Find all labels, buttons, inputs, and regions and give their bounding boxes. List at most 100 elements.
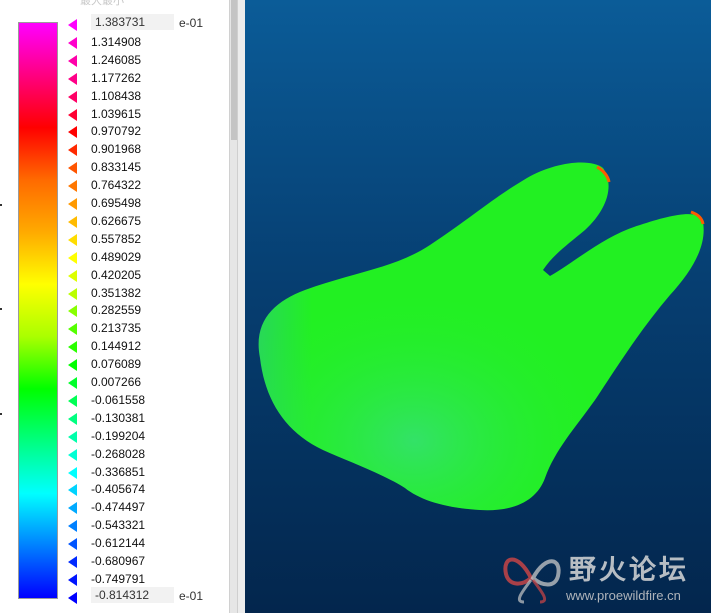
legend-marker-icon bbox=[68, 19, 77, 31]
legend-entry: -0.612144 bbox=[68, 534, 228, 552]
legend-entry: 0.557852 bbox=[68, 230, 228, 248]
legend-marker-icon bbox=[68, 484, 77, 497]
legend-entry: 1.246085 bbox=[68, 51, 228, 69]
legend-entry: -0.543321 bbox=[68, 516, 228, 534]
legend-marker-icon bbox=[68, 287, 77, 300]
legend-entry: 0.351382 bbox=[68, 284, 228, 302]
legend-marker-icon bbox=[68, 466, 77, 479]
legend-value: -0.814312 bbox=[91, 586, 174, 603]
legend-entry: 0.695498 bbox=[68, 194, 228, 212]
legend-value: 1.246085 bbox=[91, 52, 142, 67]
legend-value: 0.282559 bbox=[91, 303, 142, 318]
legend-entry: -0.130381 bbox=[68, 409, 228, 427]
legend-value: 0.557852 bbox=[91, 231, 142, 246]
legend-marker-icon bbox=[68, 305, 77, 318]
legend-value: 1.108438 bbox=[91, 88, 142, 103]
legend-entry: 1.383731 e-01 bbox=[68, 14, 228, 33]
legend-entry: 0.970792 bbox=[68, 122, 228, 140]
legend-marker-icon bbox=[68, 126, 77, 139]
legend-entry: 0.076089 bbox=[68, 355, 228, 373]
legend-value: 0.213735 bbox=[91, 321, 142, 336]
legend-entry: -0.268028 bbox=[68, 445, 228, 463]
legend-marker-icon bbox=[68, 377, 77, 389]
legend-entry: 0.901968 bbox=[68, 140, 228, 158]
model-viewport[interactable] bbox=[245, 0, 711, 613]
watermark-title: 野火论坛 bbox=[569, 555, 689, 586]
legend-marker-icon bbox=[68, 198, 77, 210]
legend-marker-icon bbox=[68, 341, 77, 354]
legend-value: 0.420205 bbox=[91, 267, 142, 282]
legend-value: -0.749791 bbox=[91, 571, 146, 586]
legend-entry: -0.814312 e-01 bbox=[68, 586, 228, 606]
legend-entry: 0.833145 bbox=[68, 158, 228, 176]
legend-value: -0.336851 bbox=[91, 464, 146, 479]
part-surface-shading bbox=[258, 162, 704, 511]
legend-marker-icon bbox=[68, 359, 77, 372]
legend-marker-icon bbox=[68, 54, 77, 67]
legend-marker-icon bbox=[68, 556, 77, 568]
legend-value: -0.268028 bbox=[91, 446, 146, 461]
legend-entry: -0.199204 bbox=[68, 427, 228, 445]
legend-marker-icon bbox=[68, 72, 77, 85]
legend-value: 1.039615 bbox=[91, 106, 142, 121]
legend-entry: 1.039615 bbox=[68, 105, 228, 123]
legend-marker-icon bbox=[68, 538, 77, 551]
legend-value: 0.351382 bbox=[91, 285, 142, 300]
legend-marker-icon bbox=[68, 162, 77, 175]
legend-marker-icon bbox=[68, 430, 77, 443]
legend-value: -0.199204 bbox=[91, 428, 146, 443]
legend-entry: 0.420205 bbox=[68, 266, 228, 284]
legend-entry: -0.405674 bbox=[68, 480, 228, 498]
panel-edge-mark bbox=[0, 308, 2, 310]
legend-marker-icon bbox=[68, 233, 77, 246]
model-render[interactable] bbox=[245, 0, 711, 613]
legend-value: -0.543321 bbox=[91, 518, 146, 533]
legend-value: 0.970792 bbox=[91, 124, 142, 139]
legend-marker-icon bbox=[68, 323, 77, 336]
legend-marker-icon bbox=[68, 520, 77, 533]
legend-marker-icon bbox=[68, 215, 77, 228]
legend-value: 0.144912 bbox=[91, 339, 142, 354]
legend-marker-icon bbox=[68, 180, 77, 193]
legend-entry: -0.061558 bbox=[68, 391, 228, 409]
legend-value: 0.076089 bbox=[91, 357, 142, 372]
legend-marker-icon bbox=[68, 108, 77, 121]
legend-entry: 1.108438 bbox=[68, 87, 228, 105]
legend-marker-icon bbox=[68, 269, 77, 282]
legend-value: -0.405674 bbox=[91, 482, 146, 497]
legend-entry: -0.749791 bbox=[68, 570, 228, 588]
legend-value: 1.383731 bbox=[91, 14, 174, 30]
panel-edge-mark bbox=[0, 413, 2, 415]
legend-value: -0.680967 bbox=[91, 554, 146, 568]
legend-header-fragment: 最大最小 bbox=[80, 0, 124, 7]
legend-entry: -0.680967 bbox=[68, 552, 228, 570]
legend-entry: 0.626675 bbox=[68, 212, 228, 230]
legend-value: 0.626675 bbox=[91, 213, 142, 228]
legend-value: -0.130381 bbox=[91, 410, 146, 425]
legend-value: 1.177262 bbox=[91, 70, 142, 85]
legend-value: 0.695498 bbox=[91, 196, 142, 210]
legend-exponent: e-01 bbox=[179, 588, 204, 603]
legend-entry: 0.144912 bbox=[68, 337, 228, 355]
color-legend-panel: 最大最小 1.383731 e-01 1.314908 1.246085 1.17726… bbox=[0, 0, 229, 613]
watermark-url: www.proewildfire.cn bbox=[566, 588, 681, 603]
legend-value: -0.061558 bbox=[91, 392, 146, 407]
legend-marker-icon bbox=[68, 144, 77, 157]
legend-marker-icon bbox=[68, 394, 77, 407]
legend-value: 0.833145 bbox=[91, 160, 142, 175]
butterfly-logo-icon bbox=[503, 557, 561, 604]
colorbar-gradient bbox=[18, 22, 58, 599]
legend-entry: -0.336851 bbox=[68, 463, 228, 481]
legend-marker-icon bbox=[68, 448, 77, 461]
legend-value: 0.489029 bbox=[91, 249, 142, 264]
legend-entry: 0.213735 bbox=[68, 319, 228, 337]
legend-exponent: e-01 bbox=[179, 16, 204, 30]
legend-marker-icon bbox=[68, 502, 77, 515]
legend-value: 0.901968 bbox=[91, 142, 142, 157]
legend-value: -0.474497 bbox=[91, 500, 146, 515]
legend-entry: -0.474497 bbox=[68, 498, 228, 516]
legend-entry: 0.489029 bbox=[68, 248, 228, 266]
legend-marker-icon bbox=[68, 412, 77, 425]
legend-value: 1.314908 bbox=[91, 34, 142, 49]
legend-value: 0.764322 bbox=[91, 178, 142, 193]
